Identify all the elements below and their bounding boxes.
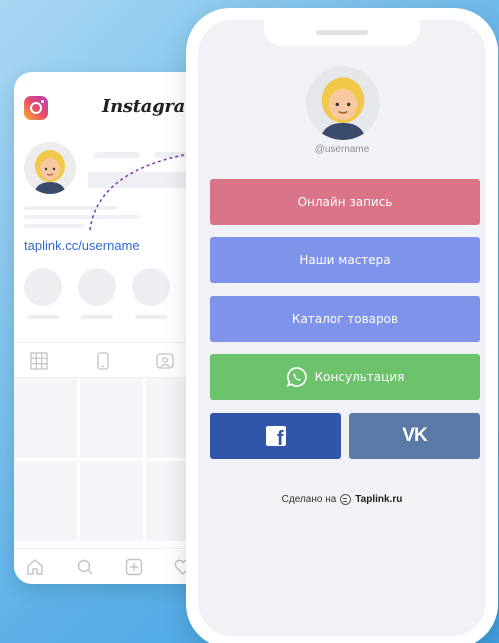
instagram-avatar xyxy=(24,142,76,194)
made-with-footer[interactable]: Сделано на Taplink.ru xyxy=(198,494,486,505)
taplink-logo-icon xyxy=(340,494,352,505)
online-booking-button[interactable]: Онлайн запись xyxy=(210,179,480,225)
button-label: Консультация xyxy=(314,370,405,384)
bottom-navigation xyxy=(14,548,210,584)
plus-icon[interactable] xyxy=(125,558,143,576)
avatar-emoji-icon xyxy=(320,77,366,140)
grid-photo[interactable] xyxy=(14,378,77,458)
avatar-emoji-icon xyxy=(34,150,66,194)
button-label: Наши мастера xyxy=(299,253,391,267)
button-label: Каталог товаров xyxy=(291,312,399,326)
profile-tabs xyxy=(14,342,210,378)
taplink-username: @username xyxy=(314,144,370,155)
grid-photo[interactable] xyxy=(80,461,143,541)
story-label-skeleton xyxy=(135,315,167,319)
grid-icon[interactable] xyxy=(30,352,48,370)
taplink-screen: @username Онлайн запись Наши мастера Кат… xyxy=(198,20,486,636)
consultation-button[interactable]: Консультация xyxy=(210,354,480,400)
story-label-skeleton xyxy=(81,315,113,319)
taplink-avatar xyxy=(306,66,380,140)
tag-icon[interactable] xyxy=(156,352,174,370)
facebook-button[interactable]: f xyxy=(210,413,341,459)
search-icon[interactable] xyxy=(76,558,94,576)
skeleton-line xyxy=(24,224,84,228)
footer-brand: Taplink.ru xyxy=(355,494,403,505)
story-highlight[interactable] xyxy=(24,268,62,306)
story-label-skeleton xyxy=(27,315,59,319)
vk-icon: VK xyxy=(402,425,427,446)
instagram-header: Instagram xyxy=(14,72,210,136)
button-label: Онлайн запись xyxy=(297,195,393,209)
instagram-logo-icon[interactable] xyxy=(24,96,48,120)
profile-link[interactable]: taplink.cc/username xyxy=(24,238,140,253)
grid-photo[interactable] xyxy=(14,461,77,541)
vk-button[interactable]: VK xyxy=(349,413,480,459)
phone-icon[interactable] xyxy=(94,352,112,370)
photo-grid xyxy=(14,378,210,548)
grid-photo[interactable] xyxy=(80,378,143,458)
product-catalog-button[interactable]: Каталог товаров xyxy=(210,296,480,342)
taplink-phone: @username Онлайн запись Наши мастера Кат… xyxy=(186,8,498,643)
story-highlight[interactable] xyxy=(78,268,116,306)
our-masters-button[interactable]: Наши мастера xyxy=(210,237,480,283)
home-icon[interactable] xyxy=(26,558,44,576)
story-highlight[interactable] xyxy=(132,268,170,306)
footer-prefix: Сделано на xyxy=(281,494,337,505)
facebook-icon: f xyxy=(265,426,286,450)
phone-notch xyxy=(264,20,420,46)
whatsapp-icon xyxy=(286,367,307,387)
facebook-glyph: f xyxy=(276,428,284,450)
